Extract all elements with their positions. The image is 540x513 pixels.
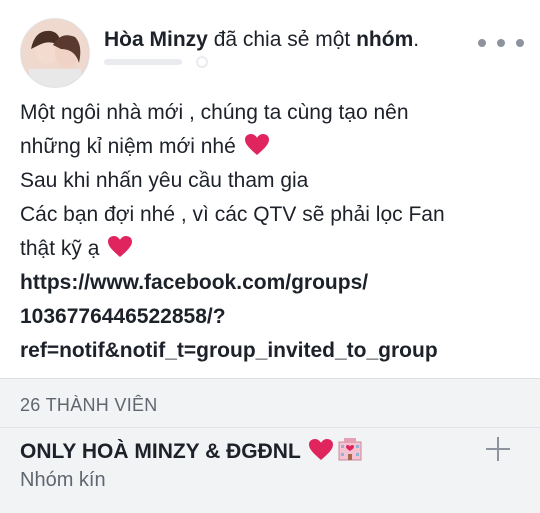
share-verb: đã chia sẻ một xyxy=(213,28,351,51)
group-link[interactable]: ref=notif&notif_t=group_invited_to_group xyxy=(20,334,525,368)
header-period: . xyxy=(413,28,420,51)
post-text-line: thật kỹ ạ xyxy=(20,232,525,266)
shared-object[interactable]: nhóm xyxy=(356,28,413,51)
post-text-line: Các bạn đợi nhé , vì các QTV sẽ phải lọc… xyxy=(20,203,445,226)
post-text: Một ngôi nhà mới , chúng ta cùng tạo nên… xyxy=(20,96,525,368)
group-privacy: Nhóm kín xyxy=(20,469,106,491)
member-count: 26 THÀNH VIÊN xyxy=(20,395,158,415)
post-meta-faded xyxy=(104,56,208,68)
group-name[interactable]: ONLY HOÀ MINZY & ĐGĐNL xyxy=(20,437,363,464)
post-text-line: Sau khi nhấn yêu cầu tham gia xyxy=(20,169,309,192)
shared-group-post: Hòa Minzy đã chia sẻ một nhóm. Một ngôi … xyxy=(0,0,540,513)
author-name[interactable]: Hòa Minzy xyxy=(104,28,208,51)
group-link[interactable]: 1036776446522858/? xyxy=(20,300,525,334)
post-header: Hòa Minzy đã chia sẻ một nhóm. xyxy=(104,28,419,52)
card-divider xyxy=(0,427,540,428)
post-text-line: Một ngôi nhà mới , chúng ta cùng tạo nên xyxy=(20,101,409,124)
more-options-icon[interactable] xyxy=(478,36,524,50)
red-heart-icon xyxy=(309,439,334,460)
author-avatar[interactable] xyxy=(20,18,90,88)
love-hotel-icon xyxy=(338,438,362,461)
plus-icon[interactable] xyxy=(480,431,516,467)
group-card[interactable]: 26 THÀNH VIÊN ONLY HOÀ MINZY & ĐGĐNL Nhó… xyxy=(0,378,540,513)
red-heart-icon xyxy=(244,134,269,155)
group-link[interactable]: https://www.facebook.com/groups/ xyxy=(20,266,525,300)
red-heart-icon xyxy=(108,236,133,257)
post-text-line: những kỉ niệm mới nhé xyxy=(20,130,525,164)
